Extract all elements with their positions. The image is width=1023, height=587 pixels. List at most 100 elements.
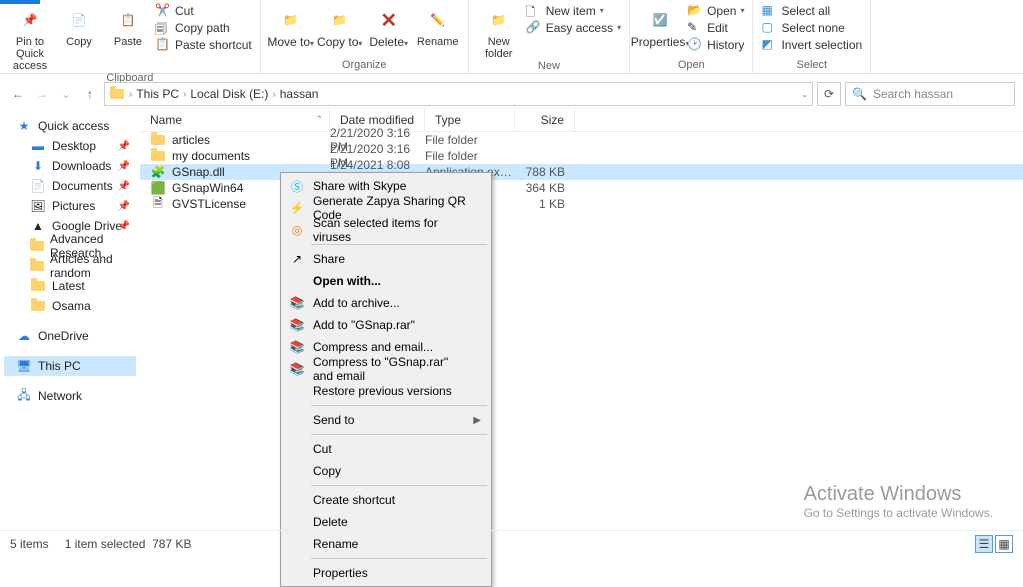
file-row[interactable]: my documents 2/21/2020 3:16 PM File fold… (140, 148, 1023, 164)
bc-hassan[interactable]: ›hassan (270, 87, 318, 101)
sidebar-articles-random[interactable]: Articles and random (4, 256, 136, 276)
delete-button[interactable]: ✕Delete▾ (365, 2, 413, 50)
sidebar-quick-access[interactable]: ★Quick access (4, 116, 136, 136)
history-drop-button[interactable]: ⌄ (56, 84, 76, 104)
ctx-cut[interactable]: Cut (283, 438, 489, 460)
ctx-send-to[interactable]: Send to▶ (283, 409, 489, 431)
file-size: 788 KB (515, 165, 575, 179)
view-switcher: ☰ ▦ (975, 535, 1013, 553)
pin-icon: 📌 (118, 221, 130, 232)
bc-this-pc[interactable]: ›This PC (127, 87, 179, 101)
file-name: my documents (172, 149, 250, 163)
cut-button[interactable]: ✂️Cut (153, 2, 254, 19)
easy-access-label: Easy access (546, 21, 613, 35)
ctx-open-with[interactable]: Open with... (283, 270, 489, 292)
copy-to-button[interactable]: 📁Copy to▾ (316, 2, 364, 50)
ctx-label: Add to archive... (313, 296, 400, 310)
new-item-button[interactable]: 🗋New item ▾ (524, 2, 623, 19)
ctx-properties[interactable]: Properties (283, 562, 489, 584)
copy-to-label: Copy to (317, 35, 358, 49)
ctx-label: Compress to "GSnap.rar" and email (313, 355, 469, 383)
copy-path-icon: 🗐 (155, 20, 171, 36)
column-size[interactable]: Size (515, 108, 575, 131)
ctx-add-archive[interactable]: 📚Add to archive... (283, 292, 489, 314)
sidebar-documents[interactable]: 📄Documents📌 (4, 176, 136, 196)
onedrive-label: OneDrive (38, 329, 89, 343)
new-folder-label: New folder (475, 36, 523, 60)
column-type[interactable]: Type (425, 108, 515, 131)
file-type: File folder (425, 133, 515, 147)
file-row-selected[interactable]: 🧩GSnap.dll 1/24/2021 8:08 PM Application… (140, 164, 1023, 180)
history-button[interactable]: 🕑 History (685, 36, 746, 53)
pin-icon: 📌 (118, 161, 130, 172)
ctx-scan[interactable]: ◎Scan selected items for viruses (283, 219, 489, 241)
history-label: History (707, 38, 744, 52)
file-row[interactable]: articles 2/21/2020 3:16 PM File folder (140, 132, 1023, 148)
sidebar-this-pc[interactable]: 🖥This PC (4, 356, 136, 376)
breadcrumb[interactable]: ›This PC ›Local Disk (E:) ›hassan ⌄ (104, 82, 813, 106)
copy-button[interactable]: 📄 Copy (55, 2, 103, 48)
properties-button[interactable]: ☑️Properties▾ (636, 2, 684, 50)
up-button[interactable]: ↑ (80, 84, 100, 104)
ctx-copy[interactable]: Copy (283, 460, 489, 482)
pin-quick-access-button[interactable]: 📌 Pin to Quick access (6, 2, 54, 72)
breadcrumb-drop[interactable]: ⌄ (801, 90, 808, 99)
column-headers: Name⌃ Date modified Type Size (140, 108, 1023, 132)
ctx-restore[interactable]: Restore previous versions (283, 380, 489, 402)
sidebar-onedrive[interactable]: ☁OneDrive (4, 326, 136, 346)
ctx-create-shortcut[interactable]: Create shortcut (283, 489, 489, 511)
sidebar-pictures[interactable]: 🖼Pictures📌 (4, 196, 136, 216)
open-button[interactable]: 📂Open ▾ (685, 2, 746, 19)
copy-path-label: Copy path (175, 21, 230, 35)
status-size: 787 KB (152, 537, 191, 551)
bc-local-disk[interactable]: ›Local Disk (E:) (181, 87, 268, 101)
folder-icon (30, 238, 44, 254)
rar-icon: 📚 (289, 339, 305, 355)
move-to-button[interactable]: 📁Move to▾ (267, 2, 315, 50)
pin-icon: 📌 (118, 181, 130, 192)
select-all-icon: ▦ (761, 3, 777, 19)
sidebar-latest[interactable]: Latest (4, 276, 136, 296)
paste-shortcut-button[interactable]: 📋Paste shortcut (153, 36, 254, 53)
view-large-button[interactable]: ▦ (995, 535, 1013, 553)
new-item-label: New item (546, 4, 596, 18)
file-row[interactable]: 🗎GVSTLicense 1 KB (140, 196, 1023, 212)
paste-icon: 📋 (114, 6, 142, 34)
search-input[interactable]: 🔍 Search hassan (845, 82, 1015, 106)
invert-selection-button[interactable]: ◩Invert selection (759, 36, 864, 53)
easy-access-button[interactable]: 🔗Easy access ▾ (524, 19, 623, 36)
history-icon: 🕑 (687, 37, 703, 53)
edit-button[interactable]: ✎Edit (685, 19, 746, 36)
column-name[interactable]: Name⌃ (140, 108, 330, 131)
status-selected: 1 item selected (65, 537, 146, 551)
sidebar-downloads[interactable]: ⬇Downloads📌 (4, 156, 136, 176)
sidebar-osama[interactable]: Osama (4, 296, 136, 316)
pin-label: Pin to Quick access (6, 36, 54, 72)
file-row[interactable]: 🟩GSnapWin64 364 KB (140, 180, 1023, 196)
select-none-button[interactable]: ▢Select none (759, 19, 864, 36)
new-folder-button[interactable]: 📁New folder (475, 2, 523, 60)
ctx-label: Share (313, 252, 345, 266)
rename-button[interactable]: ✏️Rename (414, 2, 462, 48)
ctx-label: Restore previous versions (313, 384, 452, 398)
ribbon-group-select: ▦Select all ▢Select none ◩Invert selecti… (753, 0, 871, 73)
ctx-add-gsnap-rar[interactable]: 📚Add to "GSnap.rar" (283, 314, 489, 336)
ctx-share[interactable]: ↗Share (283, 248, 489, 270)
gdrive-label: Google Drive (52, 219, 122, 233)
select-all-button[interactable]: ▦Select all (759, 2, 864, 19)
sidebar-network[interactable]: 🖧Network (4, 386, 136, 406)
paste-label: Paste (114, 36, 142, 48)
refresh-button[interactable]: ⟳ (817, 82, 841, 106)
view-details-button[interactable]: ☰ (975, 535, 993, 553)
sidebar-desktop[interactable]: ▬Desktop📌 (4, 136, 136, 156)
pc-icon: 🖥 (16, 358, 32, 374)
paste-button[interactable]: 📋 Paste (104, 2, 152, 48)
back-button[interactable]: ← (8, 84, 28, 104)
forward-button[interactable]: → (32, 84, 52, 104)
search-placeholder: Search hassan (873, 87, 953, 101)
ctx-compress-rar-email[interactable]: 📚 Compress to "GSnap.rar" and email (283, 358, 489, 380)
rar-icon: 📚 (289, 361, 305, 377)
status-item-count: 5 items (10, 537, 49, 551)
quick-label: Quick access (38, 119, 109, 133)
copy-path-button[interactable]: 🗐 Copy path (153, 19, 254, 36)
